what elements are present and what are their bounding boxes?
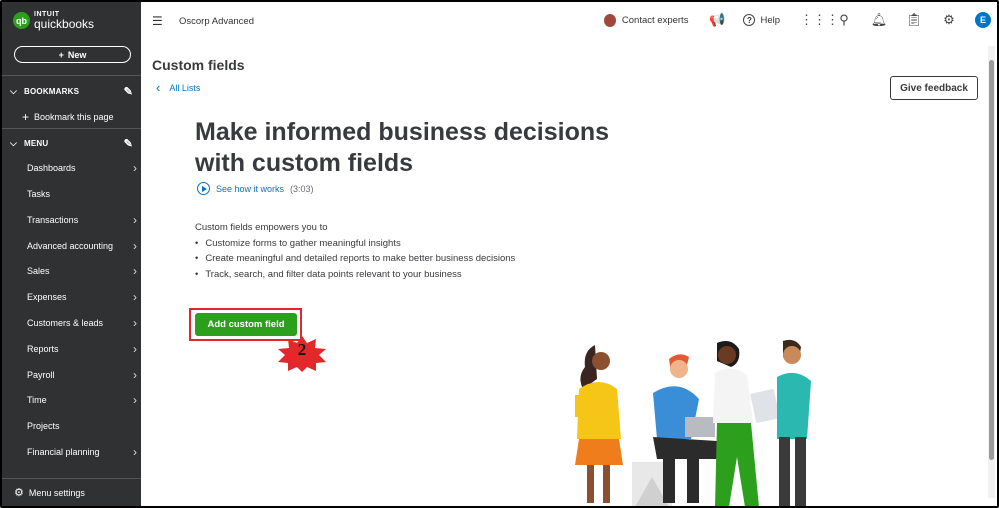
sidebar-item-label: Time: [27, 395, 47, 405]
sidebar-item-expenses[interactable]: Expenses ›: [27, 290, 137, 304]
logo-quickbooks-text: quickbooks: [34, 17, 95, 31]
chevron-right-icon: ›: [133, 316, 137, 330]
menu-settings-label: Menu settings: [28, 487, 85, 498]
see-how-it-works-link[interactable]: See how it works (3:03): [197, 182, 314, 195]
plus-icon: +: [22, 110, 30, 124]
contact-experts-button[interactable]: Contact experts: [603, 13, 689, 27]
chevron-down-icon: ⌵: [10, 85, 18, 96]
quickbooks-logo[interactable]: qb INTUIT quickbooks: [13, 11, 94, 30]
help-question-icon: ?: [743, 14, 756, 26]
notification-bell-icon[interactable]: 🔔︎: [870, 12, 888, 28]
settings-gear-icon[interactable]: ⚙: [940, 12, 958, 28]
bookmarks-header-label: BOOKMARKS: [24, 86, 80, 96]
expert-avatar-icon: [603, 13, 616, 27]
sidebar-item-tasks[interactable]: Tasks: [27, 187, 137, 201]
sidebar-item-label: Financial planning: [27, 447, 100, 457]
sidebar-item-projects[interactable]: Projects: [27, 419, 137, 433]
top-bar: ☰ Oscorp Advanced Contact experts 📢 ? He…: [141, 2, 997, 42]
new-button[interactable]: + New: [14, 46, 131, 63]
chevron-down-icon: ⌵: [10, 137, 18, 148]
description-intro: Custom fields empowers you to: [195, 222, 328, 233]
bookmark-this-page-label: Bookmark this page: [34, 112, 114, 122]
sidebar-item-transactions[interactable]: Transactions ›: [27, 213, 137, 227]
user-avatar[interactable]: E: [975, 12, 991, 28]
sidebar-item-financial-planning[interactable]: Financial planning ›: [27, 445, 137, 459]
sidebar-item-sales[interactable]: Sales ›: [27, 264, 137, 278]
new-button-label: New: [67, 49, 87, 60]
sidebar-item-label: Projects: [27, 421, 60, 431]
company-name: Oscorp Advanced: [179, 16, 254, 27]
list-item: Track, search, and filter data points re…: [195, 267, 515, 283]
page-title: Custom fields: [152, 57, 245, 73]
sidebar-item-payroll[interactable]: Payroll ›: [27, 368, 137, 382]
sidebar: qb INTUIT quickbooks + New ⌵ BOOKMARKS ✎…: [2, 2, 141, 506]
sidebar-item-time[interactable]: Time ›: [27, 393, 137, 407]
sidebar-item-label: Customers & leads: [27, 318, 104, 328]
megaphone-icon[interactable]: 📢: [708, 12, 726, 28]
bookmark-this-page[interactable]: + Bookmark this page: [22, 110, 114, 124]
feature-description: Custom fields empowers you to Customize …: [195, 220, 515, 282]
scrollbar-thumb[interactable]: [989, 60, 994, 460]
hero-title-line2: with custom fields: [195, 149, 414, 177]
play-icon: [197, 182, 210, 195]
sidebar-item-label: Advanced accounting: [27, 241, 114, 251]
chevron-right-icon: ›: [133, 445, 137, 459]
contact-experts-label: Contact experts: [621, 14, 689, 26]
chevron-right-icon: ›: [133, 264, 137, 278]
edit-bookmarks-pencil-icon[interactable]: ✎: [124, 85, 133, 98]
hero-title: Make informed business decisions with cu…: [195, 117, 655, 179]
chevron-right-icon: ›: [133, 161, 137, 175]
sidebar-item-label: Dashboards: [27, 163, 76, 173]
add-custom-field-button[interactable]: Add custom field: [195, 313, 297, 336]
menu-header[interactable]: ⌵ MENU ✎: [10, 136, 133, 150]
menu-settings-button[interactable]: ⚙ Menu settings: [2, 478, 141, 506]
step-number: 2: [297, 340, 307, 359]
chevron-right-icon: ›: [133, 239, 137, 253]
help-label: Help: [760, 14, 780, 26]
sidebar-item-label: Tasks: [27, 189, 51, 199]
chevron-left-icon: ‹: [156, 80, 161, 95]
sidebar-item-reports[interactable]: Reports ›: [27, 342, 137, 356]
chevron-right-icon: ›: [133, 368, 137, 382]
sidebar-item-label: Sales: [27, 266, 50, 276]
clipboard-icon[interactable]: 📋︎: [905, 12, 923, 28]
chevron-right-icon: ›: [133, 213, 137, 227]
sidebar-divider: [2, 75, 141, 76]
edit-menu-pencil-icon[interactable]: ✎: [124, 137, 133, 150]
list-item: Create meaningful and detailed reports t…: [195, 251, 515, 267]
qb-logo-icon: qb: [13, 12, 30, 29]
sidebar-item-customers-leads[interactable]: Customers & leads ›: [27, 316, 137, 330]
chevron-right-icon: ›: [133, 393, 137, 407]
chevron-right-icon: ›: [133, 290, 137, 304]
back-to-all-lists-link[interactable]: ‹ All Lists: [156, 80, 200, 95]
collapse-menu-icon[interactable]: ☰: [152, 14, 163, 28]
list-item: Customize forms to gather meaningful ins…: [195, 236, 515, 252]
sidebar-item-dashboards[interactable]: Dashboards ›: [27, 161, 137, 175]
sidebar-item-label: Transactions: [27, 215, 79, 225]
search-icon[interactable]: ⚲: [835, 12, 853, 28]
video-duration: (3:03): [290, 183, 314, 194]
see-how-label: See how it works: [216, 183, 285, 194]
sidebar-item-advanced-accounting[interactable]: Advanced accounting ›: [27, 239, 137, 253]
gear-icon: ⚙: [14, 487, 24, 499]
app-window: qb INTUIT quickbooks + New ⌵ BOOKMARKS ✎…: [0, 0, 999, 508]
hero-title-line1: Make informed business decisions: [195, 118, 610, 146]
sidebar-divider: [2, 128, 141, 129]
chevron-right-icon: ›: [133, 342, 137, 356]
apps-grid-icon[interactable]: ⋮⋮⋮: [800, 12, 839, 28]
all-lists-label: All Lists: [169, 82, 201, 93]
give-feedback-button[interactable]: Give feedback: [890, 76, 978, 100]
plus-icon: +: [58, 49, 64, 60]
sidebar-item-label: Reports: [27, 344, 59, 354]
sidebar-item-label: Expenses: [27, 292, 67, 302]
bookmarks-header[interactable]: ⌵ BOOKMARKS ✎: [10, 84, 133, 98]
team-illustration: [575, 339, 811, 506]
help-button[interactable]: ? Help: [743, 14, 780, 26]
menu-header-label: MENU: [24, 138, 49, 148]
sidebar-item-label: Payroll: [27, 370, 55, 380]
